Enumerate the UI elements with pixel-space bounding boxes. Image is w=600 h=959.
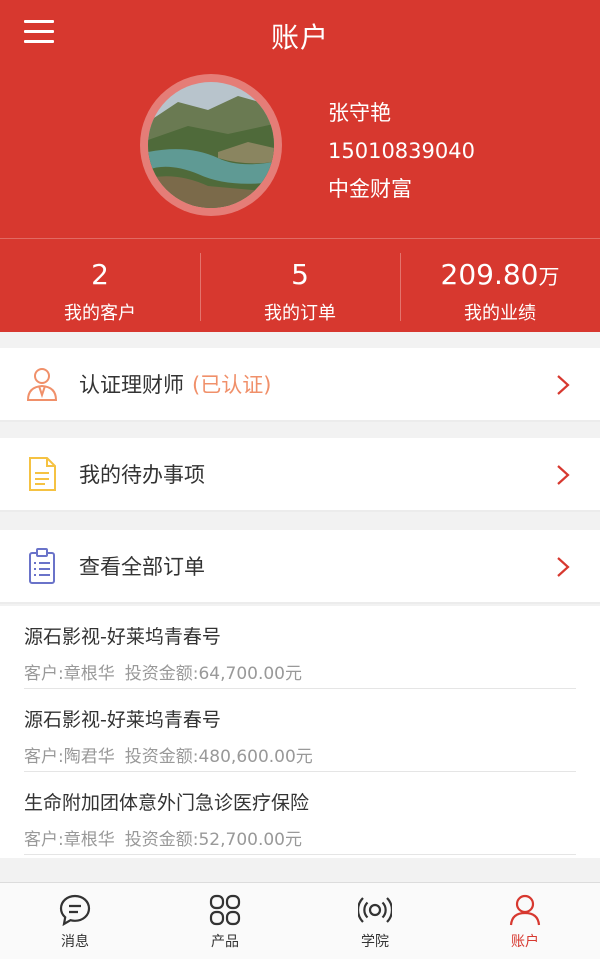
stat-unit: 万 [538, 265, 560, 289]
stat-value: 2 [91, 258, 109, 291]
chevron-right-icon [557, 375, 570, 395]
tab-label: 产品 [211, 934, 239, 950]
order-list: 源石影视-好莱坞青春号 客户:章根华 投资金额:64,700.00元 源石影视-好… [0, 606, 600, 858]
order-customer: 客户:章根华 [24, 830, 115, 850]
todo-label: 我的待办事项 [79, 463, 205, 487]
todo-row[interactable]: 我的待办事项 [0, 438, 600, 512]
stat-label: 我的订单 [264, 303, 336, 324]
list-item[interactable]: 生命附加团体意外门急诊医疗保险 客户:章根华 投资金额:52,700.00元 [24, 772, 576, 855]
tab-messages[interactable]: 消息 [0, 883, 150, 959]
stat-label: 我的客户 [64, 303, 136, 324]
tab-products[interactable]: 产品 [150, 883, 300, 959]
stat-value: 209.80 [440, 258, 539, 291]
broadcast-icon [358, 897, 392, 923]
tab-account[interactable]: 账户 [450, 883, 600, 959]
order-customer: 客户:陶君华 [24, 747, 115, 767]
tab-label: 消息 [61, 934, 89, 950]
order-product: 源石影视-好莱坞青春号 [24, 626, 221, 648]
list-item[interactable]: 源石影视-好莱坞青春号 客户:章根华 投资金额:64,700.00元 [24, 606, 576, 689]
list-item[interactable]: 源石影视-好莱坞青春号 客户:陶君华 投资金额:480,600.00元 [24, 689, 576, 772]
certify-label: 认证理财师 [79, 373, 184, 397]
stat-orders[interactable]: 5 我的订单 [200, 239, 400, 332]
order-amount: 投资金额:64,700.00元 [124, 664, 302, 684]
stat-value: 5 [291, 258, 309, 291]
profile-company: 中金财富 [328, 177, 412, 201]
profile-info: 张守艳 15010839040 中金财富 [328, 94, 475, 208]
clipboard-icon [29, 548, 55, 584]
stat-performance[interactable]: 209.80万 我的业绩 [400, 239, 600, 332]
document-icon [29, 457, 56, 491]
all-orders-label: 查看全部订单 [79, 555, 205, 579]
profile-name: 张守艳 [328, 101, 391, 125]
tab-label: 账户 [511, 934, 539, 950]
order-amount: 投资金额:480,600.00元 [124, 747, 313, 767]
user-icon [509, 894, 541, 926]
order-amount: 投资金额:52,700.00元 [124, 830, 302, 850]
stat-customers[interactable]: 2 我的客户 [0, 239, 200, 332]
order-customer: 客户:章根华 [24, 664, 115, 684]
stat-label: 我的业绩 [464, 303, 536, 324]
product-grid-icon [209, 894, 241, 926]
profile-phone: 15010839040 [328, 139, 475, 163]
chevron-right-icon [557, 465, 570, 485]
certify-planner-row[interactable]: 认证理财师 (已认证) [0, 348, 600, 422]
order-product: 源石影视-好莱坞青春号 [24, 709, 221, 731]
message-icon [59, 894, 91, 927]
all-orders-row[interactable]: 查看全部订单 [0, 530, 600, 604]
advisor-icon [26, 368, 58, 401]
chevron-right-icon [557, 557, 570, 577]
tab-label: 学院 [361, 934, 389, 950]
stats-bar: 2 我的客户 5 我的订单 209.80万 我的业绩 [0, 238, 600, 332]
avatar-photo [148, 82, 274, 208]
order-product: 生命附加团体意外门急诊医疗保险 [24, 792, 310, 814]
account-header: 账户 张守艳 15010839040 中金财富 2 我的客户 5 我的订单 20… [0, 0, 600, 332]
avatar[interactable] [140, 74, 282, 216]
tab-academy[interactable]: 学院 [300, 883, 450, 959]
certify-status: (已认证) [192, 373, 272, 397]
page-title: 账户 [270, 21, 329, 54]
tab-bar: 消息 产品 学院 账户 [0, 882, 600, 959]
